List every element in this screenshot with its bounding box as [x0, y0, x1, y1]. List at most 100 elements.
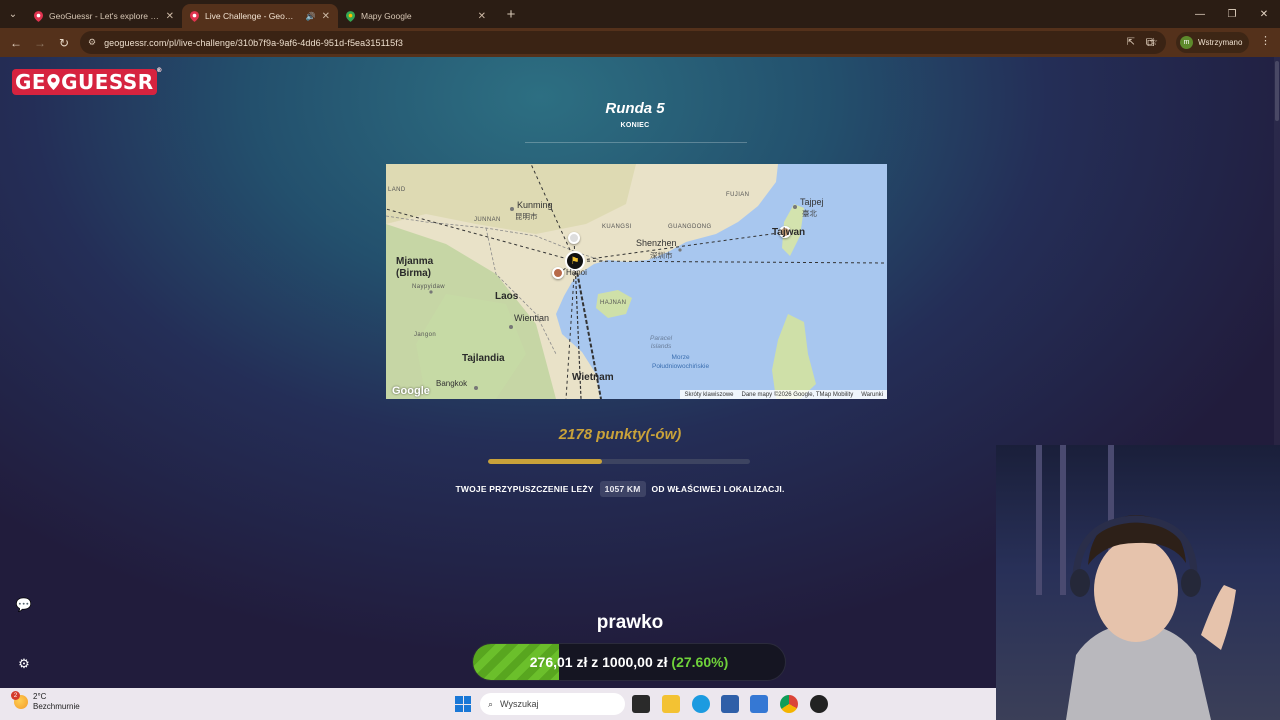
- map-label: GUANGDONG: [668, 224, 712, 230]
- result-map[interactable]: ⚑ LAND Kunming 昆明市 JUNNAN KUANGSI GUANGD…: [386, 164, 887, 399]
- map-label: Bangkok: [436, 379, 468, 388]
- back-arrow-icon[interactable]: ←: [4, 36, 28, 50]
- browser-tabbar: ⌄ GeoGuessr - Let's explore the w ✕ Live…: [0, 0, 1280, 28]
- tab-geoguessr[interactable]: GeoGuessr - Let's explore the w ✕: [26, 4, 182, 28]
- restore-icon[interactable]: ❐: [1216, 0, 1248, 28]
- terms-link[interactable]: Warunki: [861, 392, 883, 398]
- map-label: Hanoi: [566, 268, 587, 277]
- chrome-browser-icon[interactable]: [780, 695, 798, 713]
- map-label: Morze Południowochińskie: [652, 354, 710, 370]
- distance-value: 1057 KM: [599, 481, 646, 497]
- registered-mark: ®: [156, 67, 163, 74]
- windows-taskbar: 2 2°C Bezchmurnie ⌕ Wyszukaj: [0, 688, 996, 720]
- google-logo: Google: [392, 385, 430, 397]
- site-info-icon[interactable]: ⚙: [88, 37, 96, 48]
- tab-close-icon[interactable]: ✕: [166, 11, 174, 22]
- webcam-overlay: [996, 445, 1280, 720]
- store-icon[interactable]: [721, 695, 739, 713]
- close-window-icon[interactable]: ✕: [1248, 0, 1280, 28]
- donation-amount: 276,01 zł: [529, 654, 588, 670]
- map-data-credit: Dane mapy ©2026 Google, TMap Mobility: [741, 391, 854, 398]
- tab-title: Live Challenge - GeoGuessr: [205, 11, 300, 21]
- app-icon[interactable]: [810, 695, 828, 713]
- map-label: Laos: [495, 291, 519, 302]
- logo-text-left: GE: [15, 70, 47, 94]
- donation-goal-title: prawko: [596, 612, 664, 633]
- search-icon: ⌕: [488, 698, 494, 709]
- donation-progress-bar: 276,01 zł z 1000,00 zł (27.60%): [472, 643, 786, 681]
- distance-summary: TWOJE PRZYPUSZCZENIE LEŻY 1057 KM OD WŁA…: [400, 481, 840, 497]
- map-label: LAND: [388, 187, 406, 193]
- map-label: Tajwan: [772, 227, 806, 238]
- distance-suffix: OD WŁAŚCIWEJ LOKALIZACJI.: [651, 484, 785, 494]
- map-label: 臺北: [802, 209, 817, 218]
- profile-status: Wstrzymano: [1198, 38, 1243, 47]
- donation-connector: z: [591, 654, 599, 670]
- score-progress-fill: [488, 459, 603, 464]
- donation-goal: 1000,00 zł: [602, 654, 668, 670]
- chat-icon[interactable]: 💬: [14, 595, 34, 615]
- map-label: Tajpej: [800, 197, 824, 207]
- outlook-icon[interactable]: [750, 695, 768, 713]
- browser-toolbar: ← → ↻ ⚙ geoguessr.com/pl/live-challenge/…: [0, 28, 1280, 57]
- divider: [525, 142, 747, 143]
- streamer-figure: [1066, 515, 1236, 720]
- tab-title: Mapy Google: [361, 11, 412, 21]
- audio-playing-icon[interactable]: 🔊: [306, 12, 316, 21]
- forward-arrow-icon[interactable]: →: [28, 36, 52, 50]
- notification-badge: 2: [11, 691, 20, 700]
- round-status: KONIEC: [620, 122, 650, 129]
- map-label: Wietnam: [572, 372, 614, 383]
- player-guess-marker[interactable]: [568, 232, 580, 244]
- map-label: FUJIAN: [726, 192, 750, 198]
- tab-live-challenge[interactable]: Live Challenge - GeoGuessr 🔊 ✕: [182, 4, 338, 28]
- search-placeholder: Wyszukaj: [500, 699, 539, 709]
- geoguessr-logo[interactable]: GE GUESSR ®: [12, 67, 162, 95]
- map-label: Paracel Islands: [650, 335, 673, 350]
- google-maps-pin-icon: [346, 10, 355, 22]
- score-progress-bar: [488, 459, 750, 464]
- map-label: Tajlandia: [462, 353, 505, 364]
- edge-browser-icon[interactable]: [692, 695, 710, 713]
- install-app-icon[interactable]: ⇱: [1127, 37, 1135, 48]
- sun-icon: 2: [11, 691, 28, 709]
- geoguessr-pin-icon: [190, 10, 199, 22]
- map-label: HAJNAN: [600, 300, 627, 306]
- weather-widget[interactable]: 2 2°C Bezchmurnie: [11, 691, 80, 712]
- task-view-icon[interactable]: [632, 695, 650, 713]
- windows-start-icon[interactable]: [455, 696, 471, 712]
- round-title: Runda 5: [605, 100, 665, 117]
- url-text: geoguessr.com/pl/live-challenge/310b7f9a…: [104, 37, 403, 48]
- browser-menu-icon[interactable]: ⋮: [1260, 34, 1271, 47]
- round-points: 2178 punkty(-ów): [558, 426, 682, 443]
- map-label: 昆明市: [515, 212, 538, 221]
- extensions-puzzle-icon[interactable]: ⧉: [1138, 35, 1162, 50]
- donation-percent: (27.60%): [671, 654, 729, 670]
- player-guess-marker[interactable]: [552, 267, 564, 279]
- weather-temperature: 2°C: [33, 692, 47, 701]
- keyboard-shortcuts-link[interactable]: Skróty klawiszowe: [684, 392, 733, 398]
- avatar: m: [1180, 36, 1193, 49]
- map-label: Shenzhen: [636, 238, 677, 248]
- map-label: Naypyidaw: [412, 284, 445, 290]
- tab-search-chevron-icon[interactable]: ⌄: [0, 0, 26, 28]
- taskbar-search[interactable]: ⌕ Wyszukaj: [480, 693, 625, 715]
- tab-close-icon[interactable]: ✕: [478, 11, 486, 22]
- weather-description: Bezchmurnie: [33, 702, 80, 711]
- logo-pin-icon: [47, 74, 60, 90]
- logo-text-right: GUESSR: [61, 70, 154, 94]
- map-attribution: Skróty klawiszowe Dane mapy ©2026 Google…: [680, 390, 887, 399]
- donation-progress-text: 276,01 zł z 1000,00 zł (27.60%): [473, 654, 785, 670]
- file-explorer-icon[interactable]: [662, 695, 680, 713]
- new-tab-plus-icon[interactable]: +: [500, 6, 522, 23]
- profile-button[interactable]: m Wstrzymano: [1176, 32, 1250, 53]
- tab-title: GeoGuessr - Let's explore the w: [49, 11, 160, 21]
- tab-close-icon[interactable]: ✕: [322, 11, 330, 22]
- map-label: Kunming: [517, 200, 553, 210]
- address-bar[interactable]: ⚙ geoguessr.com/pl/live-challenge/310b7f…: [80, 31, 1166, 54]
- map-label: JUNNAN: [474, 217, 501, 223]
- minimize-icon[interactable]: —: [1184, 0, 1216, 28]
- tab-google-maps[interactable]: Mapy Google ✕: [338, 4, 494, 28]
- reload-icon[interactable]: ↻: [52, 36, 76, 50]
- settings-gear-icon[interactable]: ⚙: [14, 654, 34, 674]
